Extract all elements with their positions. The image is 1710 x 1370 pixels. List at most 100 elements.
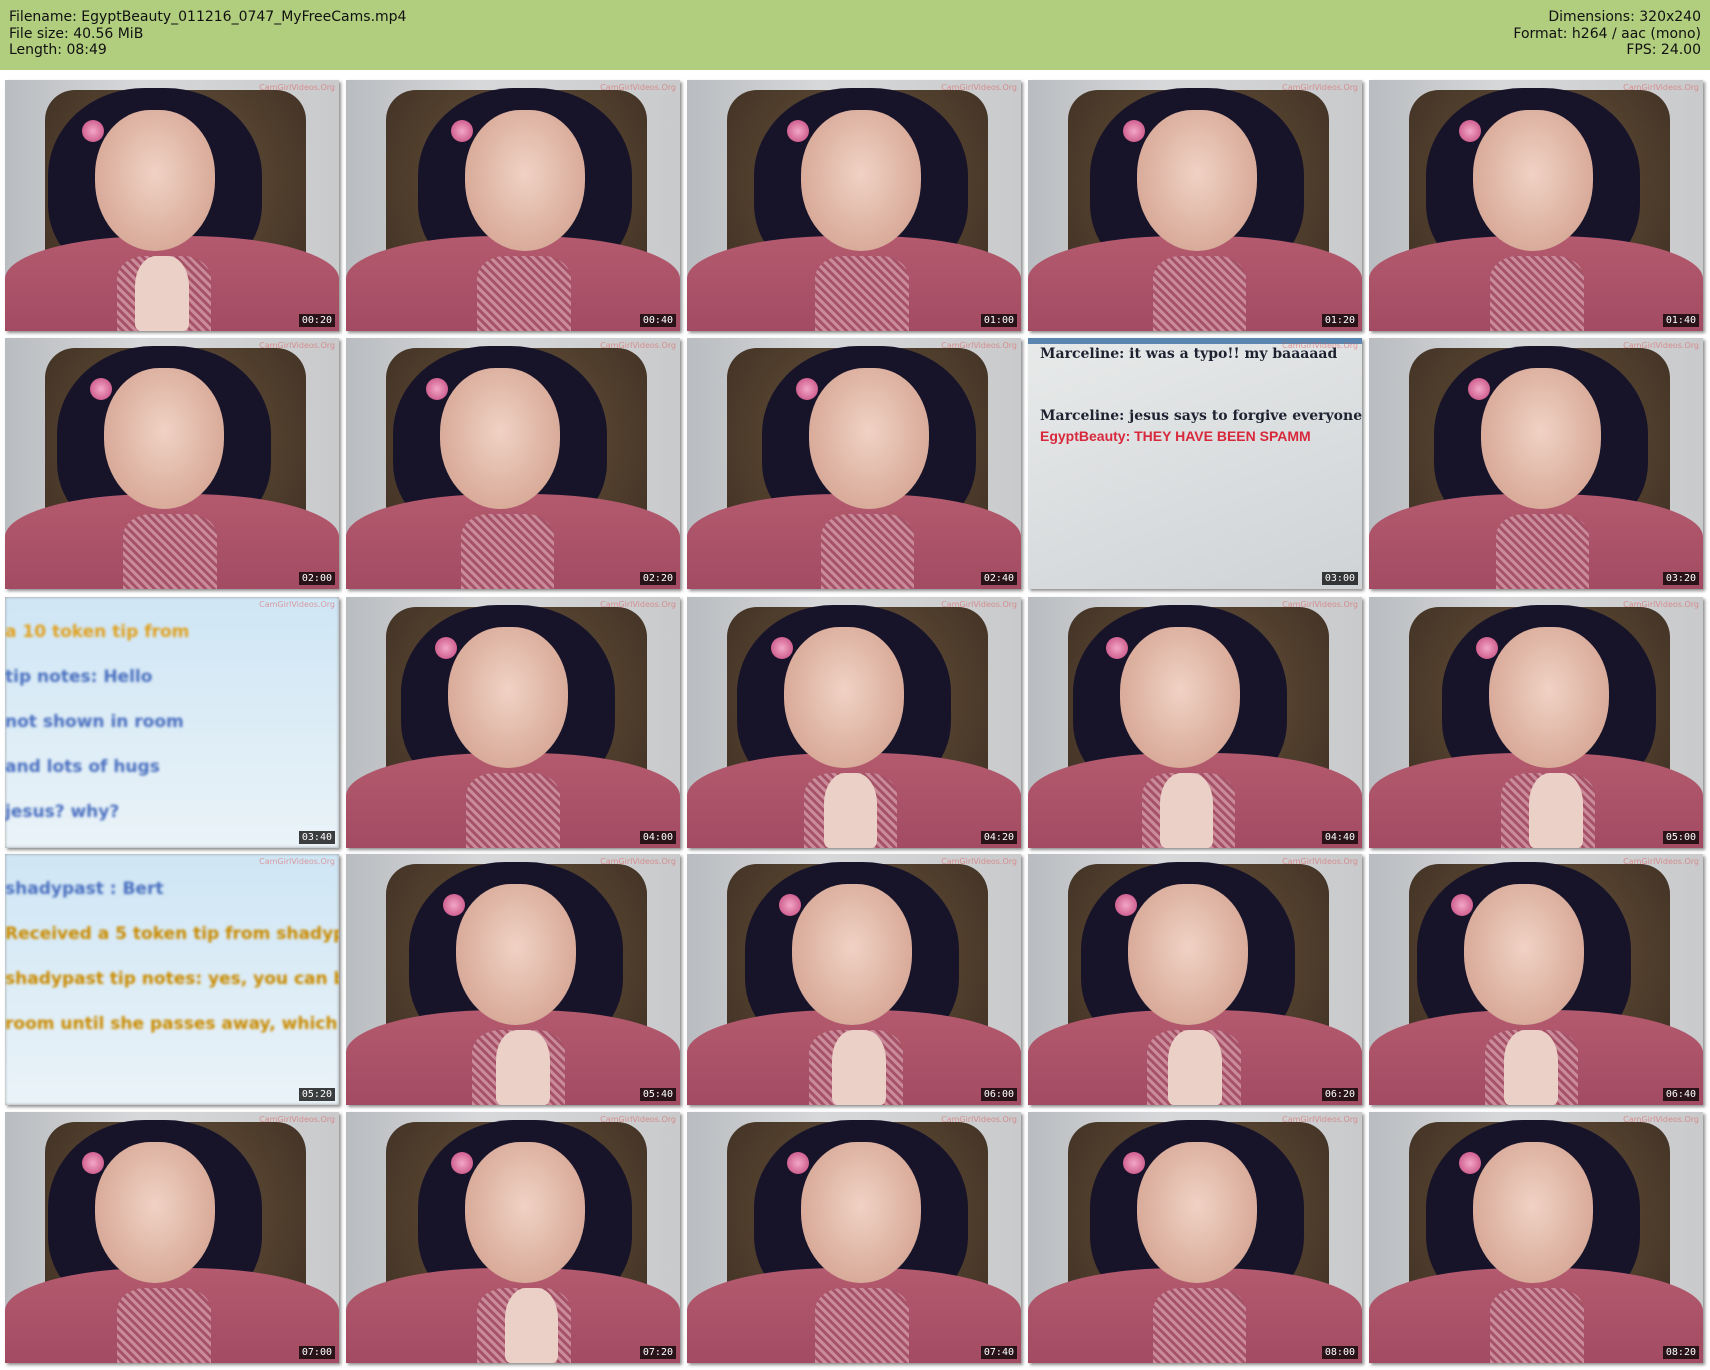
thumbnail-frame[interactable]: CamGirlVideos.Org 04:00 [346, 597, 680, 848]
watermark: CamGirlVideos.Org [600, 600, 676, 609]
hair-bow [795, 378, 818, 401]
face [1472, 1142, 1593, 1283]
hand [1529, 772, 1583, 848]
face [456, 884, 577, 1025]
thumbnail-frame[interactable]: CamGirlVideos.Org 05:00 [1369, 597, 1703, 848]
face [464, 110, 585, 251]
thumbnail-frame[interactable]: CamGirlVideos.Org 01:20 [1028, 80, 1362, 331]
chat-line: shadypast tip notes: yes, you can ba [5, 969, 339, 989]
thumbnail-frame[interactable]: CamGirlVideos.Org 01:40 [1369, 80, 1703, 331]
thumbnail-frame[interactable]: CamGirlVideos.Org 04:40 [1028, 597, 1362, 848]
thumbnail-frame[interactable]: CamGirlVideos.Org 02:20 [346, 338, 680, 589]
chat-line: EgyptBeauty: THEY HAVE BEEN SPAMM [1040, 428, 1311, 444]
timestamp: 04:00 [639, 831, 676, 844]
sweater-pattern [117, 1287, 211, 1363]
face [800, 1142, 921, 1283]
timestamp: 07:20 [639, 1346, 676, 1359]
length-label: Length: 08:49 [9, 42, 107, 58]
hair-bow [1475, 637, 1498, 660]
timestamp: 04:20 [980, 831, 1017, 844]
thumbnail-frame[interactable]: CamGirlVideos.Org 06:20 [1028, 854, 1362, 1105]
hand [1504, 1029, 1558, 1105]
thumbnail-frame[interactable]: CamGirlVideos.Org 02:40 [687, 338, 1021, 589]
timestamp: 03:40 [298, 831, 335, 844]
chat-line: Marceline: jesus says to forgive everyon… [1040, 408, 1362, 424]
face [1119, 627, 1241, 768]
thumbnail-frame[interactable]: a 10 token tip from tip notes: Hello not s… [5, 597, 339, 848]
thumbnail-frame[interactable]: CamGirlVideos.Org 08:00 [1028, 1112, 1362, 1363]
timestamp: 03:20 [1662, 572, 1699, 585]
thumbnail-frame[interactable]: CamGirlVideos.Org 00:20 [5, 80, 339, 331]
filesize-label: File size: 40.56 MiB [9, 25, 144, 42]
sweater-pattern [1152, 1287, 1247, 1363]
file-info-left: Filename: EgyptBeauty_011216_0747_MyFree… [9, 9, 406, 59]
timestamp: 03:00 [1321, 572, 1358, 585]
sweater-pattern [815, 1287, 909, 1363]
thumbnail-frame[interactable]: CamGirlVideos.Org 07:00 [5, 1112, 339, 1363]
sweater-pattern [123, 513, 217, 589]
hair-bow [1450, 894, 1473, 917]
watermark: CamGirlVideos.Org [600, 341, 676, 350]
timestamp: 05:20 [298, 1088, 335, 1101]
face [1136, 1142, 1257, 1283]
hand [823, 772, 878, 848]
watermark: CamGirlVideos.Org [259, 341, 335, 350]
hand [135, 255, 189, 331]
hand [1159, 772, 1214, 848]
face [1464, 884, 1585, 1025]
thumbnail-frame[interactable]: CamGirlVideos.Org 05:40 [346, 854, 680, 1105]
fps-label: FPS: 24.00 [1626, 42, 1701, 58]
thumbnail-frame[interactable]: CamGirlVideos.Org 07:40 [687, 1112, 1021, 1363]
timestamp: 05:00 [1662, 831, 1699, 844]
timestamp: 08:20 [1662, 1346, 1699, 1359]
thumbnail-frame[interactable]: CamGirlVideos.Org 01:00 [687, 80, 1021, 331]
sweater-pattern [820, 513, 915, 589]
sweater-pattern [460, 513, 555, 589]
timestamp: 06:20 [1321, 1088, 1358, 1101]
filename-label: Filename: EgyptBeauty_011216_0747_MyFree… [9, 9, 407, 25]
timestamp: 02:20 [639, 572, 676, 585]
face [95, 1142, 216, 1283]
hair-bow [1114, 894, 1137, 917]
watermark: CamGirlVideos.Org [600, 857, 676, 866]
watermark: CamGirlVideos.Org [941, 600, 1017, 609]
timestamp: 06:00 [980, 1088, 1017, 1101]
chat-line: and lots of hugs [5, 757, 160, 777]
timestamp: 01:00 [980, 314, 1017, 327]
thumbnail-frame[interactable]: CamGirlVideos.Org 08:20 [1369, 1112, 1703, 1363]
watermark: CamGirlVideos.Org [1282, 857, 1358, 866]
watermark: CamGirlVideos.Org [259, 83, 335, 92]
thumbnail-frame[interactable]: CamGirlVideos.Org 03:20 [1369, 338, 1703, 589]
face [1136, 110, 1257, 251]
thumbnail-frame[interactable]: CamGirlVideos.Org 00:40 [346, 80, 680, 331]
thumbnail-frame[interactable]: Marceline: it was a typo!! my baaaaad Mar… [1028, 338, 1362, 589]
thumbnail-frame[interactable]: CamGirlVideos.Org 06:40 [1369, 854, 1703, 1105]
timestamp: 01:40 [1662, 314, 1699, 327]
sweater-pattern [466, 772, 560, 848]
thumbnail-frame[interactable]: CamGirlVideos.Org 02:00 [5, 338, 339, 589]
thumbnail-frame[interactable]: shadypast : Bert Received a 5 token tip f… [5, 854, 339, 1105]
chat-line: not shown in room [5, 712, 184, 732]
face [464, 1142, 585, 1283]
chat-line: Received a 5 token tip from shadyp [5, 924, 339, 944]
timestamp: 07:00 [298, 1346, 335, 1359]
watermark: CamGirlVideos.Org [941, 341, 1017, 350]
timestamp: 07:40 [980, 1346, 1017, 1359]
watermark: CamGirlVideos.Org [259, 857, 335, 866]
thumbnail-frame[interactable]: CamGirlVideos.Org 04:20 [687, 597, 1021, 848]
hand [504, 1287, 559, 1363]
face [1489, 627, 1610, 768]
hair-bow [778, 894, 801, 917]
hair-bow [442, 894, 465, 917]
thumbnail-frame[interactable]: CamGirlVideos.Org 07:20 [346, 1112, 680, 1363]
sweater-pattern [477, 255, 571, 331]
sweater-pattern [1152, 255, 1247, 331]
hair-bow [1467, 378, 1490, 401]
face [439, 368, 560, 509]
timestamp: 00:20 [298, 314, 335, 327]
face [103, 368, 224, 509]
watermark: CamGirlVideos.Org [1623, 341, 1699, 350]
format-label: Format: h264 / aac (mono) [1513, 25, 1701, 42]
hand [832, 1029, 886, 1105]
thumbnail-frame[interactable]: CamGirlVideos.Org 06:00 [687, 854, 1021, 1105]
